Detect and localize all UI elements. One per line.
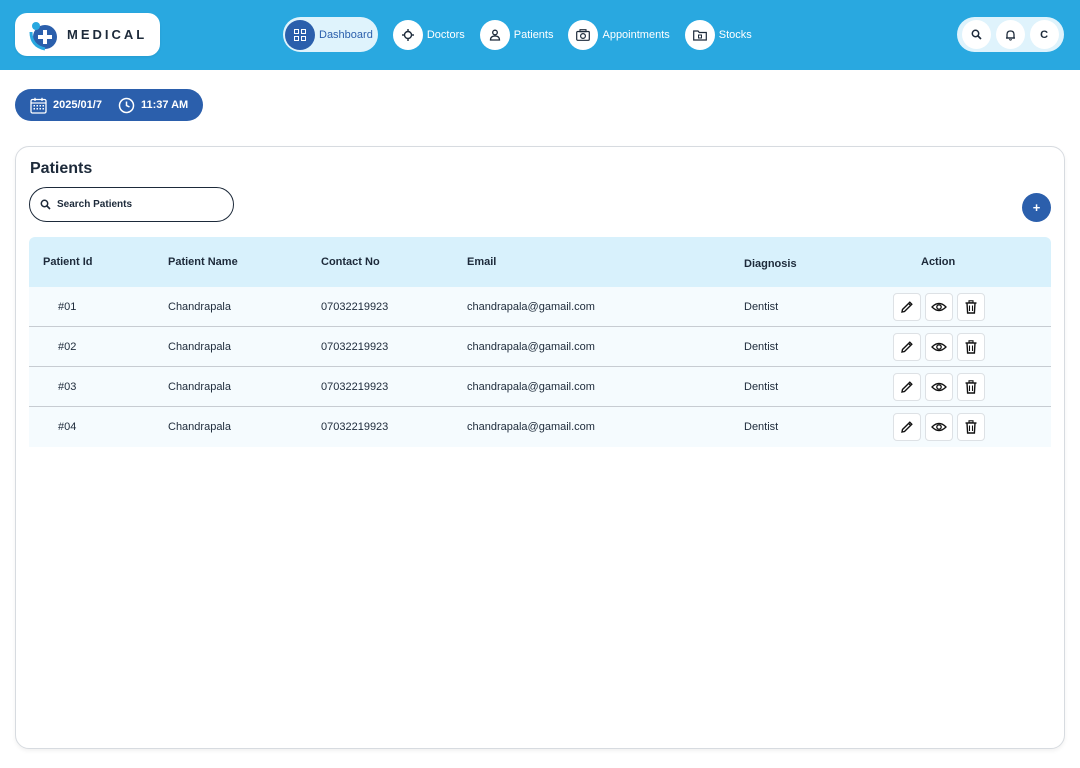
patient-contact: 07032219923 — [321, 380, 389, 393]
row-actions — [893, 327, 989, 366]
table-header: Patient Id Patient Name Contact No Email… — [29, 237, 1051, 287]
datetime-pill: 2025/01/7 11:37 AM — [15, 89, 203, 121]
edit-button[interactable] — [893, 413, 921, 441]
patient-id: #03 — [58, 380, 77, 393]
view-button[interactable] — [925, 372, 953, 401]
patient-diagnosis: Dentist — [744, 300, 779, 313]
patient-name: Chandrapala — [168, 421, 231, 433]
patient-contact: 07032219923 — [321, 340, 389, 353]
time-display: 11:37 AM — [118, 97, 188, 114]
nav-dashboard[interactable]: Dashboard — [283, 17, 378, 52]
row-actions — [893, 407, 989, 447]
column-header-id[interactable]: Patient Id — [43, 237, 93, 287]
patient-id: #01 — [58, 300, 77, 313]
folder-icon — [684, 19, 715, 50]
delete-button[interactable] — [957, 372, 985, 401]
crosshair-icon — [392, 19, 423, 50]
notifications-button[interactable] — [995, 20, 1025, 49]
edit-button[interactable] — [893, 292, 921, 321]
current-time: 11:37 AM — [140, 99, 189, 111]
eye-icon — [931, 382, 947, 391]
app-logo[interactable]: MEDICAL — [15, 13, 160, 56]
search-button[interactable] — [962, 20, 992, 49]
search-box[interactable] — [29, 187, 234, 222]
eye-icon — [931, 422, 947, 432]
patient-name: Chandrapala — [168, 300, 231, 313]
trash-icon — [965, 339, 977, 354]
trash-icon — [965, 420, 977, 434]
nav-label: Patients — [513, 28, 554, 41]
column-header-action: Action — [921, 256, 956, 268]
pencil-icon — [901, 340, 913, 353]
search-icon — [971, 29, 982, 40]
column-header-diagnosis[interactable]: Diagnosis — [744, 239, 797, 289]
table-row[interactable]: #02 Chandrapala 07032219923 chandrapala@… — [29, 327, 1051, 367]
nav-appointments[interactable]: Appointments — [568, 17, 670, 52]
edit-button[interactable] — [893, 372, 921, 401]
top-bar: MEDICAL Dashboard Doctors Patients Appoi… — [0, 0, 1080, 70]
grid-icon — [285, 19, 315, 50]
table-row[interactable]: #04 Chandrapala 07032219923 chandrapala@… — [29, 407, 1051, 447]
patient-name: Chandrapala — [168, 340, 231, 353]
table-row[interactable]: #03 Chandrapala 07032219923 chandrapala@… — [29, 367, 1051, 407]
nav-label: Appointments — [602, 28, 670, 41]
logo-text: MEDICAL — [67, 27, 148, 42]
avatar[interactable]: C — [1029, 20, 1059, 49]
add-patient-button[interactable]: + — [1022, 193, 1051, 222]
patient-diagnosis: Dentist — [744, 380, 779, 393]
clock-icon — [118, 97, 135, 113]
nav-label: Doctors — [426, 28, 465, 41]
current-date: 2025/01/7 — [53, 99, 102, 111]
patient-email: chandrapala@gamail.com — [467, 300, 595, 313]
trash-icon — [965, 379, 977, 394]
delete-button[interactable] — [957, 332, 985, 361]
edit-button[interactable] — [893, 332, 921, 361]
delete-button[interactable] — [957, 292, 985, 321]
nav-doctors[interactable]: Doctors — [392, 17, 465, 52]
top-actions: C — [957, 17, 1064, 52]
patient-contact: 07032219923 — [321, 421, 389, 433]
eye-icon — [931, 342, 947, 351]
eye-icon — [931, 302, 947, 311]
camera-icon — [568, 19, 599, 50]
patient-diagnosis: Dentist — [744, 340, 779, 353]
view-button[interactable] — [925, 413, 953, 441]
main-nav: Dashboard Doctors Patients Appointments … — [283, 17, 767, 52]
bell-icon — [1005, 29, 1015, 41]
column-header-email[interactable]: Email — [467, 237, 496, 287]
patient-email: chandrapala@gamail.com — [467, 380, 595, 393]
patient-email: chandrapala@gamail.com — [467, 340, 595, 353]
user-icon — [479, 19, 510, 50]
column-header-contact[interactable]: Contact No — [321, 237, 380, 287]
calendar-icon — [30, 97, 47, 114]
page-title: Patients — [30, 160, 93, 177]
patient-id: #02 — [58, 340, 77, 353]
search-icon — [40, 199, 51, 210]
search-input[interactable] — [57, 199, 217, 210]
view-button[interactable] — [925, 332, 953, 361]
column-header-name[interactable]: Patient Name — [168, 237, 238, 287]
patient-id: #04 — [58, 421, 77, 433]
nav-label: Stocks — [718, 28, 752, 41]
patient-contact: 07032219923 — [321, 300, 389, 313]
row-actions — [893, 287, 989, 326]
pencil-icon — [901, 421, 913, 433]
view-button[interactable] — [925, 292, 953, 321]
patients-card: Patients + Patient Id Patient Name Conta… — [15, 146, 1065, 749]
patients-table: Patient Id Patient Name Contact No Email… — [29, 237, 1051, 447]
date-display: 2025/01/7 — [30, 97, 102, 114]
nav-label: Dashboard — [319, 28, 373, 41]
nav-stocks[interactable]: Stocks — [684, 17, 752, 52]
row-actions — [893, 367, 989, 406]
pencil-icon — [901, 380, 913, 393]
patient-email: chandrapala@gamail.com — [467, 421, 595, 433]
table-row[interactable]: #01 Chandrapala 07032219923 chandrapala@… — [29, 287, 1051, 327]
pencil-icon — [901, 300, 913, 313]
patient-diagnosis: Dentist — [744, 421, 779, 433]
delete-button[interactable] — [957, 413, 985, 441]
nav-patients[interactable]: Patients — [479, 17, 554, 52]
patient-name: Chandrapala — [168, 380, 231, 393]
trash-icon — [965, 299, 977, 314]
medical-cross-logo-icon — [27, 18, 61, 52]
